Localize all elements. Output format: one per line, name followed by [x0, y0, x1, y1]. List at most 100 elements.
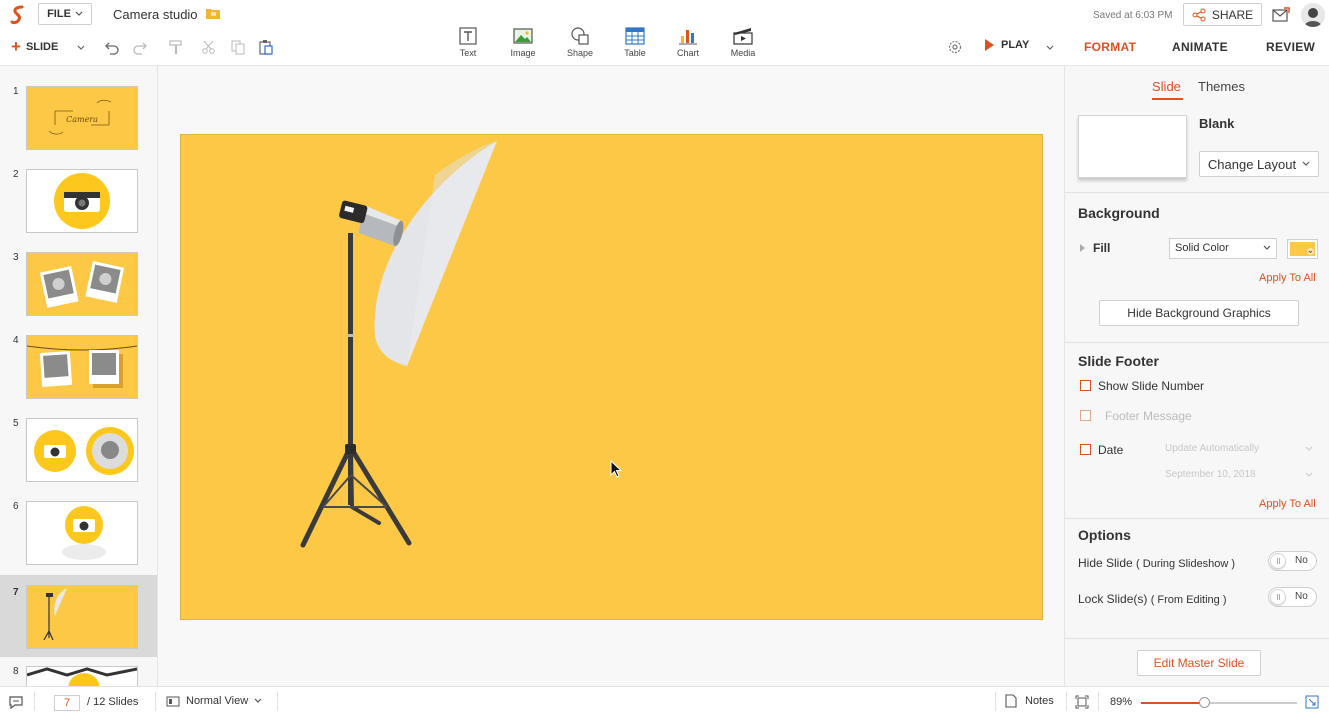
slide-thumbnail-item[interactable]: 3	[0, 232, 157, 316]
divider	[1065, 518, 1329, 519]
play-dropdown-icon[interactable]	[1044, 41, 1056, 53]
slide-thumbnail[interactable]	[26, 666, 138, 686]
subtab-slide[interactable]: Slide	[1152, 79, 1181, 94]
hide-slide-label: Hide Slide ( During Slideshow )	[1078, 556, 1235, 570]
hide-slide-toggle[interactable]: No	[1268, 551, 1317, 571]
slide-thumbnail-item[interactable]: 4	[0, 315, 157, 399]
share-label: SHARE	[1211, 7, 1254, 22]
insert-text-button[interactable]: Text	[446, 27, 490, 61]
change-layout-label: Change Layout	[1207, 156, 1297, 172]
footer-message-checkbox[interactable]	[1080, 410, 1091, 421]
date-label: Date	[1098, 443, 1124, 457]
user-avatar[interactable]	[1301, 3, 1325, 27]
slide-thumbnail[interactable]	[26, 169, 138, 233]
slide-thumbnail-item[interactable]: 1 Camera	[0, 66, 157, 150]
studio-light-illustration[interactable]	[181, 135, 1042, 619]
fill-type-select[interactable]: Solid Color	[1169, 238, 1277, 259]
tab-review[interactable]: REVIEW	[1266, 40, 1315, 54]
share-button[interactable]: SHARE	[1183, 3, 1262, 26]
expand-fill-icon[interactable]	[1080, 244, 1085, 252]
chat-icon[interactable]	[8, 695, 24, 709]
document-title[interactable]: Camera studio	[113, 7, 198, 22]
insert-chart-button[interactable]: Chart	[666, 27, 710, 61]
divider	[1065, 638, 1329, 639]
slide-8-preview	[27, 667, 137, 686]
lock-slide-toggle[interactable]: No	[1268, 587, 1317, 607]
divider	[155, 692, 156, 711]
slide-canvas	[158, 66, 1064, 686]
zoom-slider-handle[interactable]	[1199, 697, 1210, 708]
slide-thumbnail-item[interactable]: 5	[0, 398, 157, 482]
slide-thumbnail-item-selected[interactable]: 7	[0, 575, 157, 657]
zoom-level: 89%	[1110, 696, 1133, 708]
notes-toggle[interactable]: Notes	[1005, 694, 1054, 708]
insert-shape-button[interactable]: Shape	[558, 27, 602, 61]
edit-master-slide-button[interactable]: Edit Master Slide	[1137, 650, 1261, 676]
slide-thumbnail[interactable]	[26, 252, 138, 316]
mail-icon[interactable]	[1272, 7, 1290, 23]
slide-thumbnail[interactable]	[26, 418, 138, 482]
settings-icon[interactable]	[947, 39, 963, 55]
slide-number: 3	[13, 252, 19, 263]
chevron-down-icon	[1305, 472, 1313, 477]
zoom-slider-fill	[1141, 702, 1205, 704]
slide-thumbnail-item[interactable]: 8	[0, 646, 157, 686]
lock-slide-text: Lock Slide(s)	[1078, 592, 1148, 606]
date-checkbox[interactable]	[1080, 444, 1091, 455]
zoom-slider[interactable]	[1141, 697, 1297, 708]
chevron-down-icon	[1263, 245, 1271, 250]
slide-thumbnail[interactable]	[26, 501, 138, 565]
show-logo-icon[interactable]	[10, 5, 26, 25]
slide-thumbnail-item[interactable]: 2	[0, 149, 157, 233]
insert-table-label: Table	[624, 48, 646, 58]
lock-slide-toggle-value: No	[1295, 591, 1308, 602]
slide-count: / 12 Slides	[87, 696, 139, 708]
slide-thumbnail[interactable]	[26, 335, 138, 399]
fit-to-screen-icon[interactable]	[1075, 695, 1089, 709]
slide-thumbnail[interactable]	[26, 585, 138, 649]
layout-name: Blank	[1199, 116, 1235, 131]
paste-icon[interactable]	[258, 39, 274, 55]
subtab-themes[interactable]: Themes	[1198, 79, 1245, 94]
layout-preview[interactable]	[1078, 115, 1187, 178]
user-avatar-image	[1301, 3, 1325, 27]
show-slide-number-checkbox[interactable]	[1080, 380, 1091, 391]
format-painter-icon[interactable]	[168, 39, 184, 55]
fill-color-picker[interactable]	[1287, 239, 1318, 259]
slide-thumbnail[interactable]: Camera	[26, 86, 138, 150]
slide-number: 4	[13, 335, 19, 346]
color-dropdown-icon	[1307, 248, 1314, 255]
slide-3-preview	[27, 253, 137, 315]
date-value: September 10, 2018	[1165, 469, 1256, 480]
redo-icon[interactable]	[132, 39, 148, 55]
share-icon	[1192, 8, 1206, 21]
play-button[interactable]: PLAY	[985, 39, 1029, 51]
new-slide-dropdown-icon[interactable]	[75, 41, 87, 53]
new-slide-button[interactable]: + SLIDE	[11, 38, 58, 56]
fullscreen-icon[interactable]	[1305, 695, 1319, 709]
cut-icon[interactable]	[201, 39, 217, 55]
copy-icon[interactable]	[230, 39, 246, 55]
file-menu-button[interactable]: FILE	[38, 3, 92, 25]
current-page-input[interactable]: 7	[54, 695, 80, 711]
plus-icon: +	[11, 37, 21, 56]
mouse-pointer-icon	[610, 460, 622, 478]
change-layout-button[interactable]: Change Layout	[1199, 151, 1319, 177]
folder-icon[interactable]	[206, 8, 220, 19]
tab-format[interactable]: FORMAT	[1084, 40, 1136, 54]
slide-editor[interactable]	[180, 134, 1043, 620]
insert-image-button[interactable]: Image	[501, 27, 545, 61]
view-mode-select[interactable]: Normal View	[166, 695, 262, 707]
hide-background-graphics-button[interactable]: Hide Background Graphics	[1099, 300, 1299, 326]
slide-2-preview	[27, 170, 137, 232]
insert-table-button[interactable]: Table	[613, 27, 657, 61]
undo-icon[interactable]	[104, 39, 120, 55]
hide-slide-toggle-value: No	[1295, 555, 1308, 566]
slide-thumbnail-item[interactable]: 6	[0, 481, 157, 565]
apply-footer-to-all-link[interactable]: Apply To All	[1259, 498, 1316, 510]
insert-media-button[interactable]: Media	[721, 27, 765, 61]
normal-view-icon	[166, 696, 180, 706]
apply-background-to-all-link[interactable]: Apply To All	[1259, 272, 1316, 284]
tab-animate[interactable]: ANIMATE	[1172, 40, 1228, 54]
slide-4-preview	[27, 336, 137, 398]
